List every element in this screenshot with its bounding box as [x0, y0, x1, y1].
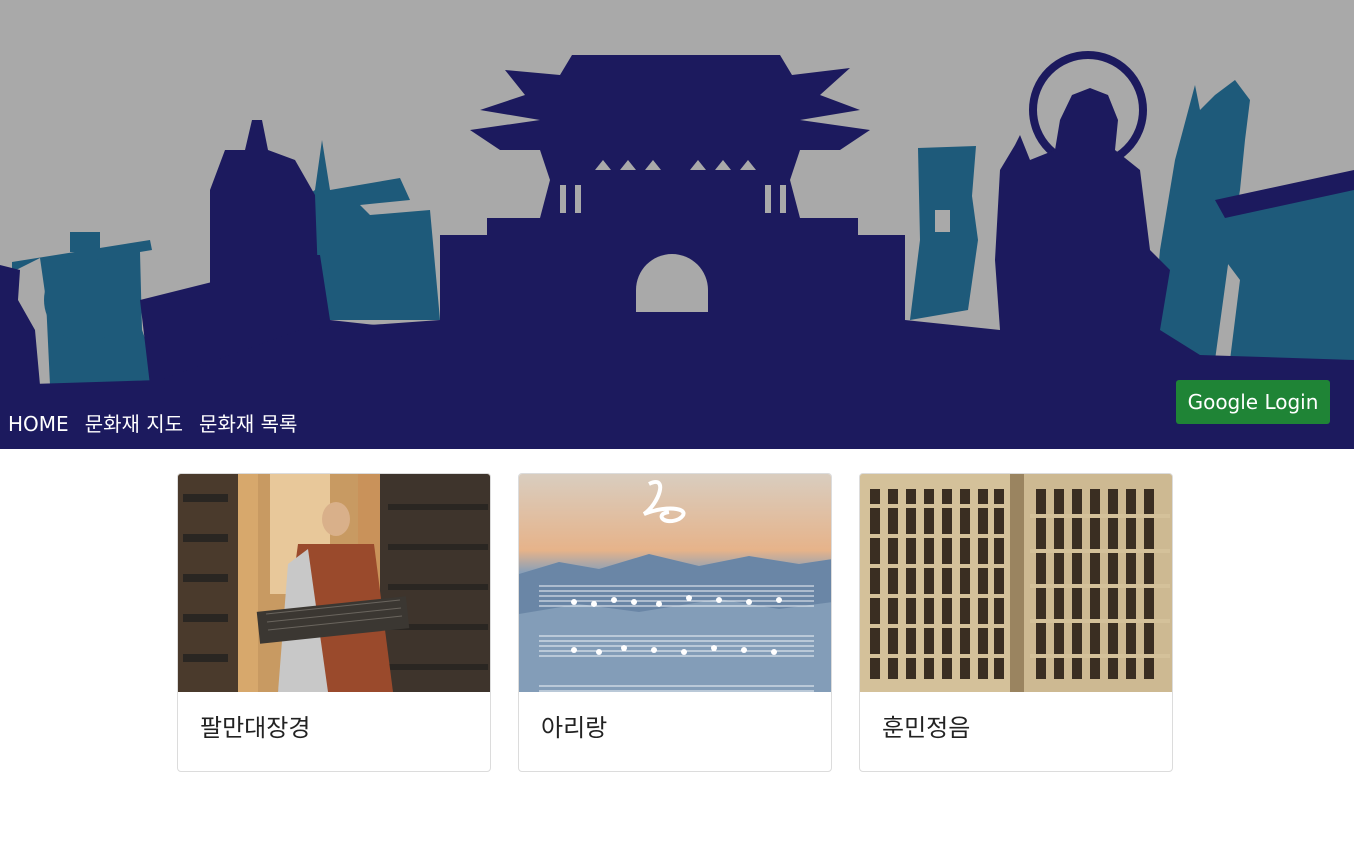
- card-title: 훈민정음: [882, 714, 971, 742]
- heritage-card-list: 팔만대장경 아리랑 훈민정음: [177, 473, 1173, 772]
- main-nav: HOME 문화재 지도 문화재 목록: [0, 408, 305, 440]
- card-title: 아리랑: [541, 714, 608, 742]
- hunminjeongeum-book-image: [860, 474, 1172, 692]
- heritage-card-tripitaka[interactable]: 팔만대장경: [177, 473, 491, 772]
- tripitaka-monk-image: [178, 474, 490, 692]
- header-banner: HOME 문화재 지도 문화재 목록 Google Login: [0, 0, 1354, 449]
- card-title: 팔만대장경: [200, 714, 311, 742]
- heritage-skyline-illustration: [0, 51, 1354, 449]
- arirang-sheet-music-image: [519, 474, 831, 692]
- heritage-card-arirang[interactable]: 아리랑: [518, 473, 832, 772]
- google-login-button[interactable]: Google Login: [1176, 380, 1330, 424]
- nav-heritage-list-link[interactable]: 문화재 목록: [191, 408, 305, 440]
- nav-heritage-map-link[interactable]: 문화재 지도: [77, 408, 191, 440]
- heritage-card-hunminjeongeum[interactable]: 훈민정음: [859, 473, 1173, 772]
- nav-home-link[interactable]: HOME: [0, 408, 77, 440]
